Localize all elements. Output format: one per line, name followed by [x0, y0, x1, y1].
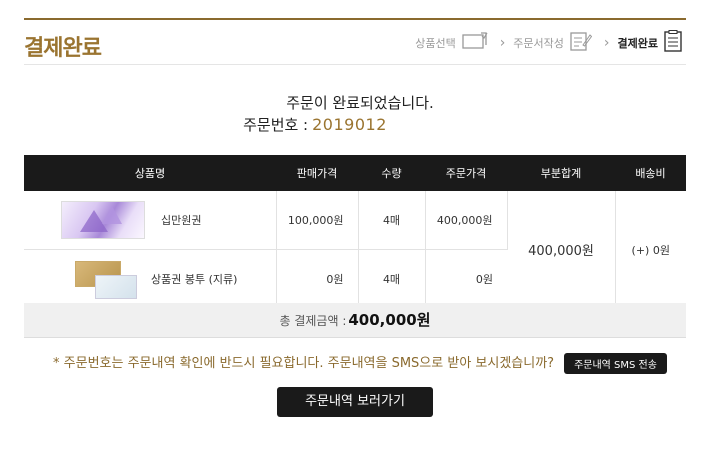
step-label: 결제완료 [617, 36, 658, 50]
chevron-right-icon: › [499, 34, 506, 51]
header-order-price: 주문가격 [425, 155, 507, 191]
step-payment-complete: 결제완료 [618, 30, 686, 55]
header-subtotal: 부분합계 [507, 155, 615, 191]
progress-steps: 상품선택 › 주문서작성 › 결제완료 [415, 30, 686, 55]
header-price: 판매가격 [276, 155, 358, 191]
step-label: 주문서작성 [513, 36, 564, 50]
edit-form-icon [570, 31, 593, 54]
qty-cell: 4매 [358, 249, 426, 309]
total-label: 총 결제금액 : [279, 314, 347, 328]
header-shipping: 배송비 [615, 155, 686, 191]
complete-message: 주문이 완료되었습니다. [286, 94, 434, 112]
order-price-cell: 0원 [425, 249, 507, 309]
order-price-cell: 400,000원 [425, 191, 508, 250]
envelope-image [75, 261, 137, 299]
order-number-row: 주문번호 :2019012 [0, 114, 720, 135]
sms-send-button[interactable]: 주문내역 SMS 전송 [564, 353, 667, 374]
qty-cell: 4매 [358, 191, 426, 250]
order-number-value: 2019012 [312, 115, 387, 134]
product-cell: 상품권 봉투 (지류) [24, 249, 277, 309]
page-title: 결제완료 [24, 36, 102, 61]
total-amount: 400,000원 [348, 311, 431, 329]
checklist-icon [664, 30, 682, 55]
card-icon [462, 32, 488, 53]
product-name: 십만원권 [161, 214, 202, 227]
step-order-form: 주문서작성 [513, 31, 596, 54]
product-cell: 십만원권 [24, 191, 277, 250]
header-qty: 수량 [358, 155, 425, 191]
total-summary-bar: 총 결제금액 :400,000원 [24, 303, 686, 338]
voucher-image [61, 201, 145, 239]
shipping-cell: (+) 0원 [615, 191, 686, 309]
price-cell: 0원 [276, 249, 359, 309]
chevron-right-icon: › [603, 34, 610, 51]
step-product-select: 상품선택 [415, 32, 491, 53]
top-divider [24, 18, 686, 20]
order-number-label: 주문번호 : [243, 116, 309, 134]
order-table: 상품명 판매가격 수량 주문가격 부분합계 배송비 십만원권 100,000원 … [24, 155, 686, 309]
table-row: 십만원권 100,000원 4매 400,000원 400,000원 (+) 0… [24, 191, 686, 309]
title-divider [24, 64, 686, 65]
notice-text: * 주문번호는 주문내역 확인에 반드시 필요합니다. 주문내역을 SMS으로 … [53, 356, 555, 371]
header-product: 상품명 [24, 155, 276, 191]
price-cell: 100,000원 [276, 191, 359, 250]
product-name: 상품권 봉투 (지류) [151, 273, 238, 286]
step-label: 상품선택 [415, 36, 456, 50]
table-header-row: 상품명 판매가격 수량 주문가격 부분합계 배송비 [24, 155, 686, 191]
redacted-mask [386, 119, 477, 132]
sms-notice: * 주문번호는 주문내역 확인에 반드시 필요합니다. 주문내역을 SMS으로 … [0, 352, 720, 374]
view-orders-button[interactable]: 주문내역 보러가기 [277, 387, 433, 417]
subtotal-cell: 400,000원 [507, 191, 616, 309]
